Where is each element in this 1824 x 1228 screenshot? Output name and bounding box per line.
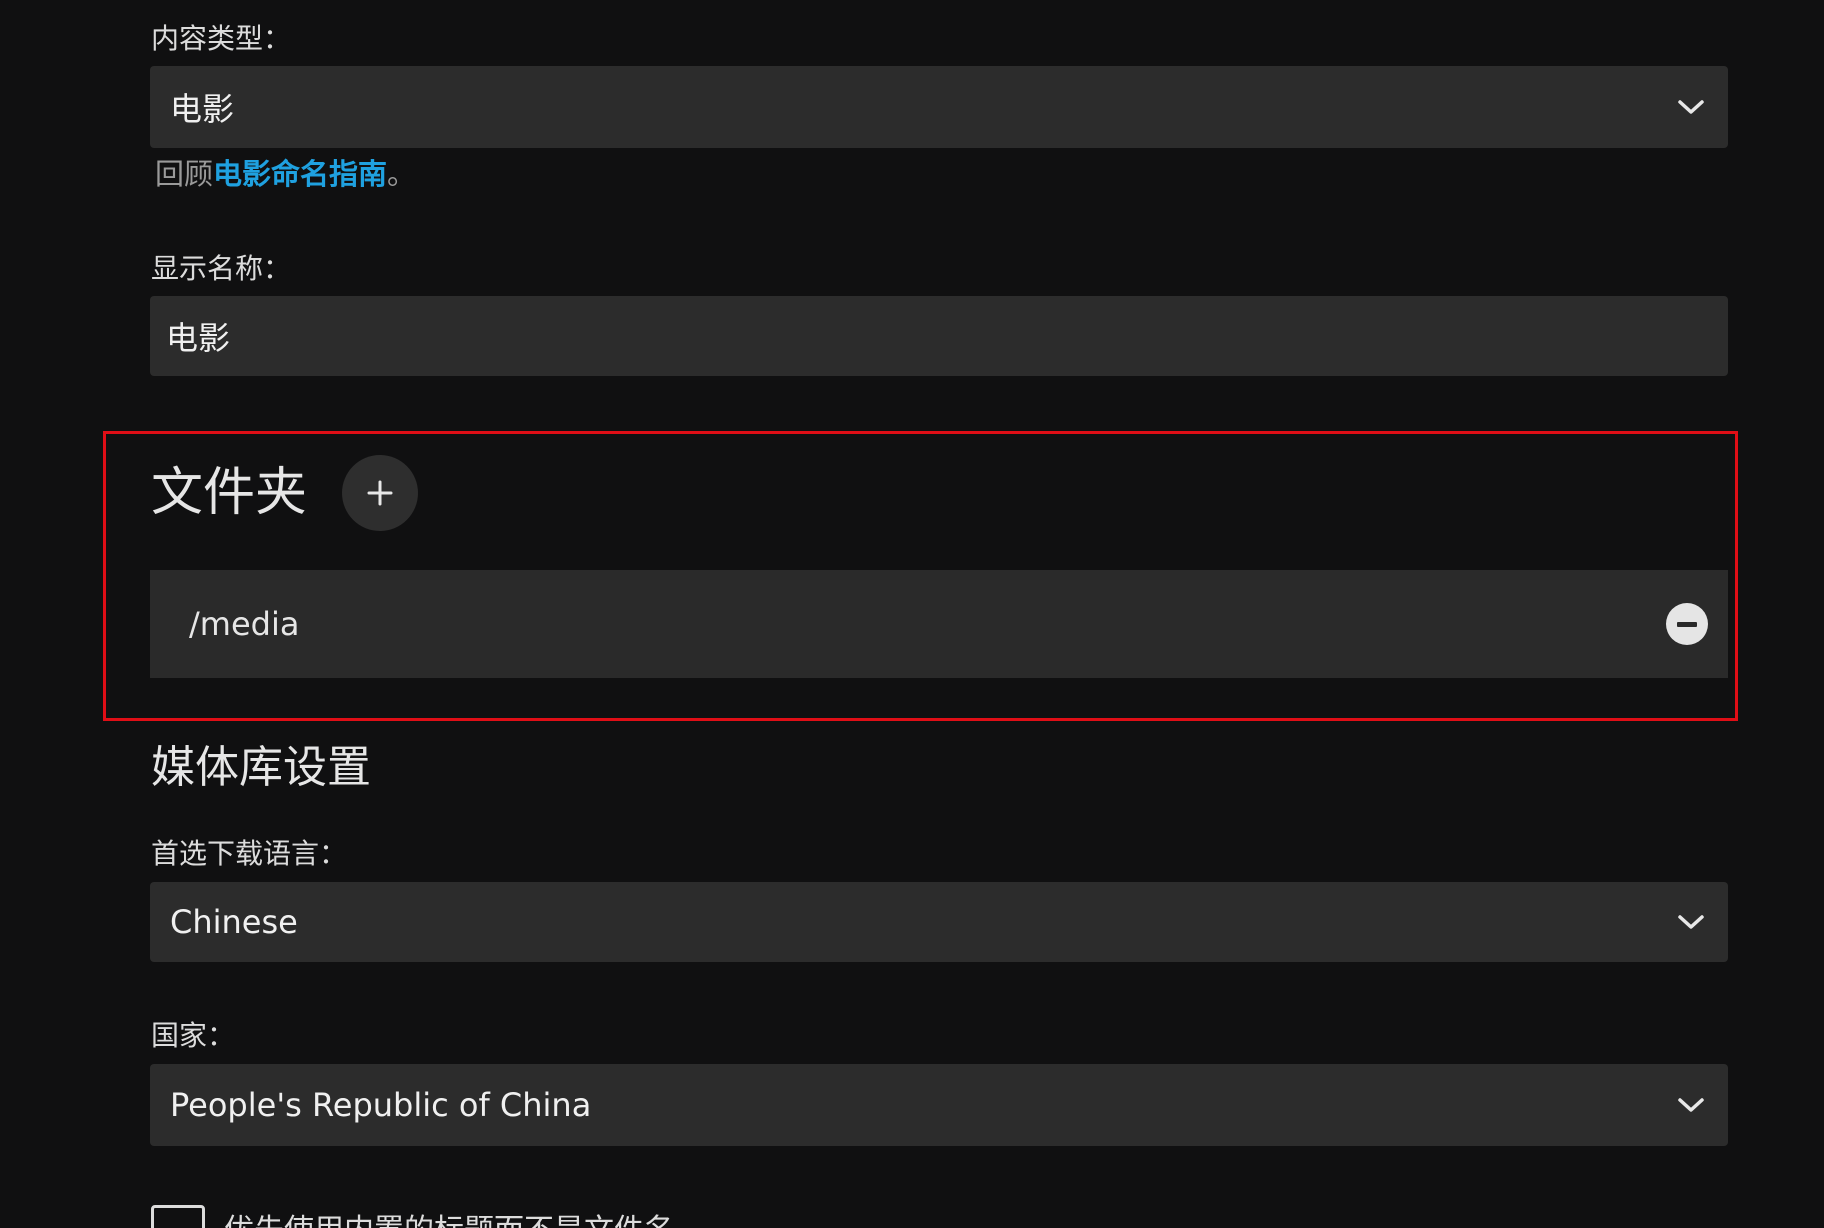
folders-title: 文件夹 [151,463,308,523]
library-settings-page: 内容类型： 电影 回顾电影命名指南。 显示名称： 电影 文件夹 /media 媒… [0,0,1824,1228]
folder-item: /media [150,570,1728,678]
display-name-input[interactable]: 电影 [150,296,1728,376]
movie-naming-guide-link[interactable]: 电影命名指南 [213,157,387,191]
hint-suffix: 。 [387,157,417,191]
country-value: People's Republic of China [170,1086,592,1124]
add-folder-button[interactable] [342,455,418,531]
content-type-value: 电影 [170,90,235,128]
country-label: 国家： [151,1019,236,1052]
content-type-label: 内容类型： [151,22,292,55]
preferred-language-value: Chinese [170,903,298,941]
minus-circle-icon [1677,621,1697,627]
plus-icon [367,480,393,506]
remove-folder-button[interactable] [1666,603,1708,645]
chevron-down-icon [1678,915,1704,929]
library-settings-title: 媒体库设置 [151,742,371,793]
preferred-language-label: 首选下载语言： [151,837,348,870]
hint-prefix: 回顾 [155,157,214,191]
prefer-embedded-titles-checkbox[interactable] [151,1205,205,1228]
display-name-value: 电影 [166,319,231,357]
preferred-language-select[interactable]: Chinese [150,882,1728,962]
chevron-down-icon [1678,100,1704,114]
country-select[interactable]: People's Republic of China [150,1064,1728,1146]
folder-path: /media [189,605,300,643]
display-name-label: 显示名称： [151,252,292,285]
naming-guide-hint: 回顾电影命名指南。 [155,160,416,189]
chevron-down-icon [1678,1098,1704,1112]
prefer-embedded-titles-label: 优先使用内置的标题而不是文件名 [224,1216,674,1228]
content-type-select[interactable]: 电影 [150,66,1728,148]
